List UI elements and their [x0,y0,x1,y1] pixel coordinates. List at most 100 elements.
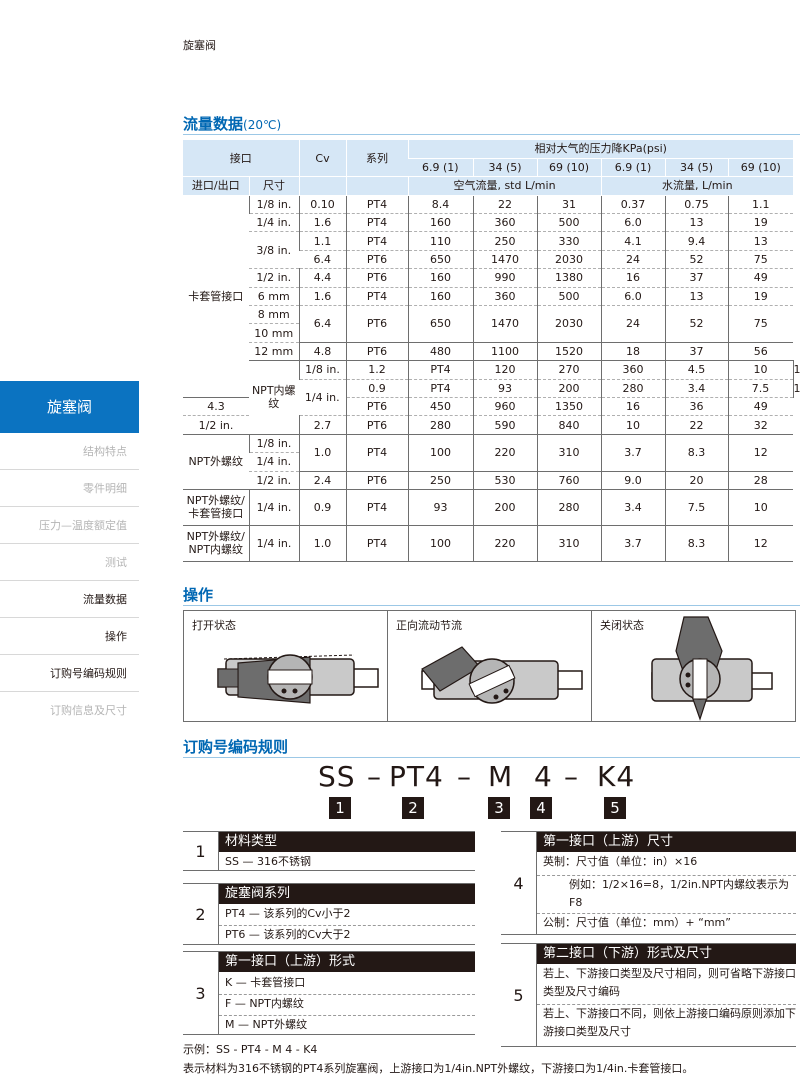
flow-value-cell: 4.3 [183,397,249,417]
flow-title-suffix: (20℃) [243,118,282,132]
block-1-row-1: SS — 316不锈钢 [225,855,311,868]
flow-value-cell: PT6 [345,471,408,490]
block-4-number: 4 [501,832,537,935]
flow-value-cell: 120 [472,360,537,380]
page-header: 旋塞阀 [183,39,216,52]
flow-value-cell: 93 [407,489,473,526]
block-2-row-1: PT4 — 该系列的Cv小于2 [225,907,351,920]
flow-value-cell: 6.4 [298,305,346,343]
flow-value-cell: 360 [472,213,537,233]
flow-row: 1/2 in. 2.4 PT6 250 530 760 9.0 20 28 [183,471,794,490]
flow-value-cell: 310 [536,525,601,562]
th-pressure: 相对大气的压力降KPa(psi) [407,140,794,159]
flow-value-cell: 37 [664,342,728,362]
flow-row: 12 mm 4.8 PT6 480 1100 1520 18 37 56 [183,342,794,362]
flow-value-cell: 75 [727,305,794,343]
flow-value-cell: PT4 [345,287,408,307]
block-5-title: 第二接口（下游）形式及尺寸 [537,944,796,964]
block-4-row-3: 公制：尺寸值（单位：mm）+ “mm” [537,913,796,932]
flow-value-cell: 100 [407,525,473,562]
nav-item-order-info[interactable]: 订购信息及尺寸 [0,692,139,729]
flow-value-cell: 250 [407,471,473,490]
th-series-blank [345,176,408,196]
flow-value-cell: 250 [472,231,537,251]
nav-item-flow[interactable]: 流量数据 [0,581,139,618]
flow-value-cell: 270 [536,360,601,380]
flow-size-cell: 6 mm [249,287,299,307]
example-explanation: 表示材料为316不锈钢的PT4系列旋塞阀，上游接口为1/4in.NPT外螺纹，下… [183,1062,694,1075]
block-4-row-2: 例如：1/2×16=8，1/2in.NPT内螺纹表示为F8 [537,875,796,912]
flow-value-cell: 1.1 [727,194,794,215]
block-2-title: 旋塞阀系列 [219,884,475,904]
flow-value-cell: 12 [727,525,794,562]
flow-value-cell: 500 [536,287,601,307]
th-cv-blank [298,176,346,196]
flow-value-cell: 13 [727,231,794,251]
code-part-e: K4 [597,760,636,793]
flow-value-cell: 840 [536,415,601,435]
flow-value-cell: 10 [727,489,794,526]
flow-value-cell: 530 [472,471,537,490]
nav-item-test[interactable]: 测试 [0,544,139,581]
flow-value-cell: 1.6 [298,287,346,307]
flow-value-cell: 20 [664,471,728,490]
flow-size-cell: 1/4 in. [248,525,299,562]
ops-section-title: 操作 [183,586,214,604]
th-port: 接口 [183,140,299,178]
flow-row: NPT外螺纹 1/8 in. 1.0 PT4 100 220 310 3.7 8.3 12 [183,434,794,490]
flow-value-cell: PT6 [345,250,408,270]
flow-value-cell: 75 [727,250,794,270]
flow-value-cell: 6.4 [299,250,346,270]
flow-value-cell: 22 [472,194,537,215]
flow-value-cell: 760 [536,471,601,490]
flow-row: 1/4 in. 1.6 PT4 160 360 500 6.0 13 19 [183,213,794,233]
flow-value-cell: 37 [664,268,728,288]
op-panel-closed: 关闭状态 [591,611,795,721]
flow-size-cell: 3/8 in. [249,231,299,270]
block-3-row-1: K — 卡套管接口 [225,976,306,989]
block-4-row-1: 英制：尺寸值（单位：in）×16 [543,855,698,868]
code-dash-2: – [457,760,472,793]
block-3-bottom-rule [183,1034,475,1035]
th-p5: 34 (5) [664,158,728,178]
flow-size-cell: 1/2 in. [249,268,299,288]
nav-item-parts[interactable]: 零件明细 [0,470,139,507]
flow-size-cell: 1/4 in. [249,452,299,472]
flow-value-cell: 3.4 [600,489,665,526]
block-4-title: 第一接口（上游）尺寸 [537,832,796,852]
nav-item-ordering[interactable]: 订购号编码规则 [0,655,139,692]
flow-size-cell: 1/2 in. [183,415,249,435]
th-p4: 6.9 (1) [600,158,665,178]
block-3-title: 第一接口（上游）形式 [219,952,475,972]
block-5-row-1: 若上、下游接口类型及尺寸相同，则可省略下游接口类型及尺寸编码 [543,967,796,998]
flow-value-cell: 0.37 [600,194,665,215]
flow-value-cell: 1520 [536,342,601,362]
block-1-title: 材料类型 [219,832,475,852]
flow-value-cell: 2030 [536,250,601,270]
th-cv: Cv [298,140,346,178]
flow-value-cell: 1470 [472,250,537,270]
flow-row: 卡套管接口 1/8 in. 0.10 PT4 8.4 22 31 0.37 0.75 1.1 [183,194,794,398]
nav-item-pressure-temp[interactable]: 压力—温度额定值 [0,507,139,544]
flow-row: NPT外螺纹/ NPT内螺纹 1/4 in. 1.0 PT4 100 220 310 3.7 8… [183,525,794,562]
flow-value-cell: 110 [407,231,473,251]
flow-value-cell: PT6 [345,268,408,288]
code-block-2: 2 旋塞阀系列 PT4 — 该系列的Cv小于2 PT6 — 该系列的Cv大于2 [183,883,475,945]
code-num-3: 3 [488,797,510,819]
nav-item-operation[interactable]: 操作 [0,618,139,655]
flow-row: 3/8 in. 1.1 PT4 110 250 330 4.1 9.4 13 [183,231,794,270]
nav-active-item[interactable]: 旋塞阀 [0,381,139,433]
flow-value-cell: PT6 [345,342,408,362]
flow-value-cell: PT4 [407,379,473,398]
block-5-row-2: 若上、下游接口不同，则依上游接口编码原则添加下游接口类型及尺寸 [537,1004,796,1041]
flow-size-cell: 1/4 in. [248,489,299,526]
flow-value-cell: PT4 [345,213,408,233]
block-5-number: 5 [501,944,537,1047]
flow-value-cell: 6.0 [600,287,665,307]
flow-title-rule [183,134,800,135]
flow-value-cell: 19 [727,213,794,233]
code-block-1: 1 材料类型 SS — 316不锈钢 [183,831,475,871]
flow-value-cell: PT6 [345,305,408,343]
nav-item-structure[interactable]: 结构特点 [0,433,139,470]
order-section-title: 订购号编码规则 [183,738,289,756]
